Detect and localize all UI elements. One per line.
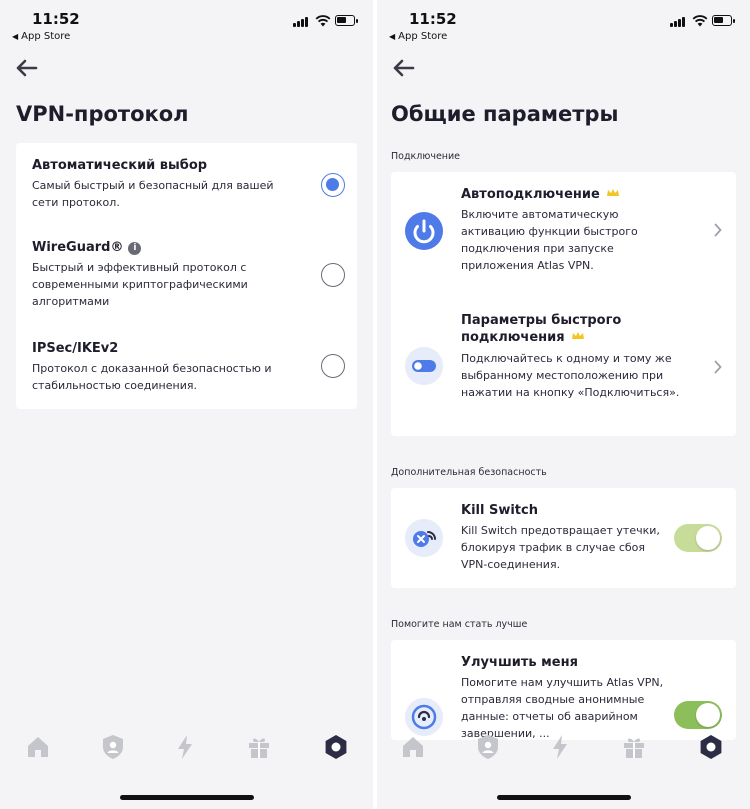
home-indicator (496, 795, 631, 800)
lightning-icon[interactable] (543, 730, 577, 764)
toggle-knob (696, 703, 720, 727)
gift-icon[interactable] (242, 730, 276, 764)
crown-icon (571, 332, 584, 339)
connection-card: Автоподключение Включите автоматическую … (391, 172, 736, 436)
security-card: Kill Switch Kill Switch предотвращает ут… (391, 488, 736, 588)
row-title: Улучшить меня (461, 655, 578, 670)
general-settings-screen: 11:52 ◀ App Store Общие параметры Подключ… (377, 0, 750, 809)
section-label-improve: Помогите нам стать лучше (391, 619, 528, 630)
protocol-option-auto[interactable]: Автоматический выбор Самый быстрый и без… (32, 157, 345, 211)
toggle-icon (405, 347, 443, 385)
section-label-connection: Подключение (391, 151, 461, 162)
protocol-card: Автоматический выбор Самый быстрый и без… (16, 143, 357, 409)
signal-icon (670, 16, 686, 27)
back-app-label: App Store (398, 31, 448, 42)
row-improve[interactable]: Улучшить меня Помогите нам улучшить Atla… (391, 640, 736, 740)
lightning-icon[interactable] (168, 730, 202, 764)
row-title-wrap: Автоподключение (461, 186, 651, 203)
row-title: Kill Switch (461, 503, 538, 518)
row-title: Автоподключение (461, 187, 600, 202)
row-autoconnect[interactable]: Автоподключение Включите автоматическую … (391, 172, 736, 296)
option-desc: Протокол с доказанной безопасностью и ст… (32, 362, 272, 392)
settings-icon[interactable] (694, 730, 728, 764)
protocol-option-ipsec[interactable]: IPSec/IKEv2 Протокол с доказанной безопа… (32, 340, 345, 394)
row-quick-connect[interactable]: Параметры быстрого подключения Подключай… (391, 296, 736, 436)
improve-toggle[interactable] (674, 701, 722, 729)
kill-switch-icon (405, 519, 443, 557)
back-to-app-store[interactable]: ◀ App Store (389, 31, 447, 42)
option-title: Автоматический выбор (32, 158, 208, 173)
status-time: 11:52 (32, 10, 80, 28)
row-kill-switch[interactable]: Kill Switch Kill Switch предотвращает ут… (391, 488, 736, 588)
radio-unselected[interactable] (321, 263, 345, 287)
option-desc: Быстрый и эффективный протокол с совреме… (32, 261, 248, 308)
row-title-wrap: Параметры быстрого подключения (461, 312, 651, 346)
wifi-icon (692, 15, 708, 27)
option-title-wrap: WireGuard® i (32, 239, 345, 257)
power-icon (405, 212, 443, 250)
info-icon[interactable]: i (128, 242, 142, 255)
option-desc: Самый быстрый и безопасный для вашей сет… (32, 179, 274, 209)
improve-card: Улучшить меня Помогите нам улучшить Atla… (391, 640, 736, 740)
signal-icon (293, 16, 309, 27)
shield-user-icon[interactable] (471, 730, 505, 764)
status-bar: 11:52 ◀ App Store (0, 10, 373, 42)
kill-switch-toggle[interactable] (674, 524, 722, 552)
row-desc: Kill Switch предотвращает утечки, блокир… (461, 524, 660, 571)
radio-selected[interactable] (321, 173, 345, 197)
section-label-security: Дополнительная безопасность (391, 467, 547, 478)
gift-icon[interactable] (617, 730, 651, 764)
home-icon[interactable] (21, 730, 55, 764)
back-arrow-icon[interactable] (14, 58, 38, 78)
back-to-app-store[interactable]: ◀ App Store (12, 31, 70, 42)
home-icon[interactable] (396, 730, 430, 764)
row-desc: Включите автоматическую активацию функци… (461, 208, 638, 272)
toggle-knob (696, 526, 720, 550)
screens-container: 11:52 ◀ App Store VPN-протокол Автоматиче… (0, 0, 750, 809)
back-arrow-icon[interactable] (391, 58, 415, 78)
page-title: Общие параметры (391, 102, 619, 126)
shield-user-icon[interactable] (96, 730, 130, 764)
tab-bar (0, 730, 373, 776)
back-triangle-icon: ◀ (389, 32, 396, 41)
home-indicator (119, 795, 254, 800)
battery-icon (335, 15, 358, 26)
wifi-icon (315, 15, 331, 27)
row-title: Параметры быстрого подключения (461, 313, 622, 345)
settings-icon[interactable] (319, 730, 353, 764)
back-triangle-icon: ◀ (12, 32, 19, 41)
option-title: IPSec/IKEv2 (32, 341, 119, 356)
back-app-label: App Store (21, 31, 71, 42)
battery-icon (712, 15, 735, 26)
protocol-option-wireguard[interactable]: WireGuard® i Быстрый и эффективный проток… (32, 239, 345, 310)
vpn-protocol-screen: 11:52 ◀ App Store VPN-протокол Автоматиче… (0, 0, 373, 809)
status-bar: 11:52 ◀ App Store (377, 10, 750, 42)
crown-icon (606, 189, 619, 196)
status-time: 11:52 (409, 10, 457, 28)
row-desc: Подключайтесь к одному и тому же выбранн… (461, 352, 680, 399)
page-title: VPN-протокол (16, 102, 189, 126)
option-title: WireGuard® (32, 240, 124, 255)
tab-bar (377, 730, 750, 776)
chevron-right-icon (714, 223, 722, 237)
chevron-right-icon (714, 360, 722, 374)
radio-unselected[interactable] (321, 354, 345, 378)
